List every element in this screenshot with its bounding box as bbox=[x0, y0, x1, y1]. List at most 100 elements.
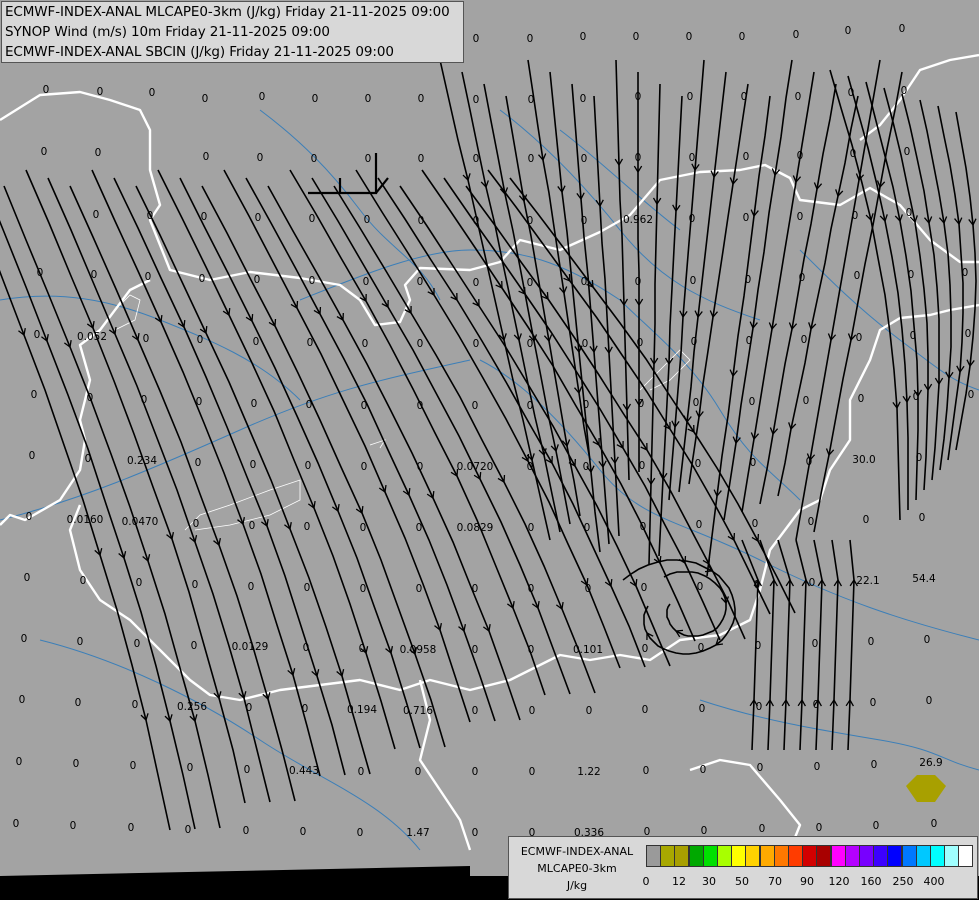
station-value: 0 bbox=[417, 338, 424, 350]
station-value: 0 bbox=[739, 31, 746, 43]
station-value: 0 bbox=[642, 643, 649, 655]
title-line-cin: ECMWF-INDEX-ANAL SBCIN (J/kg) Friday 21-… bbox=[5, 44, 394, 60]
station-value: 0 bbox=[962, 267, 969, 279]
station-value: 0 bbox=[134, 638, 141, 650]
station-value: 0 bbox=[196, 396, 203, 408]
station-value: 0 bbox=[197, 334, 204, 346]
station-value: 0 bbox=[698, 642, 705, 654]
station-value: 0 bbox=[244, 764, 251, 776]
station-value: 0 bbox=[690, 275, 697, 287]
station-value: 0 bbox=[300, 826, 307, 838]
station-value: 0 bbox=[527, 461, 534, 473]
station-value: 0 bbox=[80, 575, 87, 587]
station-value: 0 bbox=[243, 825, 250, 837]
station-value: 0 bbox=[24, 572, 31, 584]
color-legend: ECMWF-INDEX-ANAL MLCAPE0-3km J/kg 0 12 30 5… bbox=[508, 836, 978, 899]
legend-tick-label: 160 bbox=[860, 875, 882, 888]
station-value: 0 bbox=[365, 153, 372, 165]
station-value: 0 bbox=[16, 756, 23, 768]
station-value: 0 bbox=[202, 93, 209, 105]
station-value: 0 bbox=[70, 820, 77, 832]
station-value: 0 bbox=[797, 150, 804, 162]
station-value: 0.256 bbox=[177, 701, 207, 713]
station-value: 0 bbox=[583, 399, 590, 411]
station-value: 0 bbox=[75, 697, 82, 709]
station-value: 0 bbox=[473, 94, 480, 106]
station-value: 0 bbox=[77, 636, 84, 648]
station-value: 0 bbox=[696, 519, 703, 531]
station-value: 0 bbox=[185, 824, 192, 836]
legend-tick-label: 90 bbox=[800, 875, 814, 888]
station-value: 0.0470 bbox=[122, 516, 159, 528]
station-value: 0 bbox=[581, 276, 588, 288]
station-value: 0 bbox=[845, 25, 852, 37]
station-value: 0 bbox=[19, 694, 26, 706]
station-value: 0 bbox=[145, 271, 152, 283]
station-value: 0 bbox=[580, 31, 587, 43]
station-value: 0 bbox=[136, 577, 143, 589]
station-value: 0 bbox=[816, 822, 823, 834]
station-value: 0 bbox=[527, 277, 534, 289]
station-value: 0 bbox=[635, 152, 642, 164]
station-value: 0 bbox=[741, 91, 748, 103]
station-value: 0 bbox=[635, 91, 642, 103]
title-line-cape: ECMWF-INDEX-ANAL MLCAPE0-3km (J/kg) Frid… bbox=[5, 4, 450, 20]
station-value: 54.4 bbox=[912, 573, 936, 585]
station-value: 0 bbox=[870, 697, 877, 709]
legend-swatch bbox=[674, 845, 690, 867]
station-value: 0 bbox=[908, 269, 915, 281]
legend-tick-label: 30 bbox=[702, 875, 716, 888]
station-value: 0 bbox=[307, 337, 314, 349]
station-value: 0 bbox=[31, 389, 38, 401]
station-value: 22.1 bbox=[856, 575, 879, 587]
station-value: 0 bbox=[583, 461, 590, 473]
station-value: 0 bbox=[85, 453, 92, 465]
station-value: 0.0829 bbox=[457, 522, 494, 534]
station-value: 0 bbox=[416, 583, 423, 595]
station-value: 0 bbox=[193, 518, 200, 530]
station-value: 30.0 bbox=[852, 454, 875, 466]
station-value: 0 bbox=[931, 818, 938, 830]
station-value: 0 bbox=[473, 153, 480, 165]
station-value: 0.0160 bbox=[67, 514, 104, 526]
station-value: 0 bbox=[87, 392, 94, 404]
legend-swatch bbox=[646, 845, 661, 867]
station-value: 0 bbox=[527, 215, 534, 227]
station-value: 0 bbox=[639, 460, 646, 472]
legend-swatch bbox=[958, 845, 974, 867]
station-value: 0 bbox=[691, 336, 698, 348]
station-value: 0 bbox=[581, 153, 588, 165]
station-value: 0 bbox=[803, 395, 810, 407]
station-value: 0 bbox=[203, 151, 210, 163]
station-value: 0.052 bbox=[77, 331, 107, 343]
station-value: 0 bbox=[29, 450, 36, 462]
station-value: 0 bbox=[361, 461, 368, 473]
station-value: 0 bbox=[195, 457, 202, 469]
station-value: 1.22 bbox=[577, 766, 600, 778]
station-value: 0 bbox=[418, 93, 425, 105]
station-value: 0 bbox=[586, 705, 593, 717]
station-value: 0 bbox=[633, 31, 640, 43]
station-value: 0 bbox=[640, 521, 647, 533]
station-value: 0 bbox=[809, 577, 816, 589]
station-value: 0 bbox=[854, 270, 861, 282]
station-value: 0 bbox=[689, 213, 696, 225]
station-value: 0 bbox=[641, 582, 648, 594]
station-value: 0 bbox=[919, 512, 926, 524]
station-value: 0 bbox=[868, 636, 875, 648]
station-value: 0 bbox=[687, 91, 694, 103]
weather-map: 0 0 0 0 0 0 0 0 0 0 0 0 0 0 0 0 0 0 0 0 0 0 0 0 0 0 0 0 0 0 0 0 0 0 0 0 0 0 0 0… bbox=[0, 0, 979, 900]
station-value: 0 bbox=[360, 522, 367, 534]
station-value: 0 bbox=[699, 703, 706, 715]
station-value: 0 bbox=[814, 761, 821, 773]
station-value: 0.0958 bbox=[400, 644, 437, 656]
station-value: 0 bbox=[357, 827, 364, 839]
station-value: 0 bbox=[580, 93, 587, 105]
station-value: 0 bbox=[635, 276, 642, 288]
station-value: 0 bbox=[799, 272, 806, 284]
station-value: 0 bbox=[249, 520, 256, 532]
station-value: 0 bbox=[924, 634, 931, 646]
legend-units: J/kg bbox=[566, 879, 588, 892]
station-value: 0 bbox=[259, 91, 266, 103]
legend-title-line-2: MLCAPE0-3km bbox=[537, 862, 617, 875]
